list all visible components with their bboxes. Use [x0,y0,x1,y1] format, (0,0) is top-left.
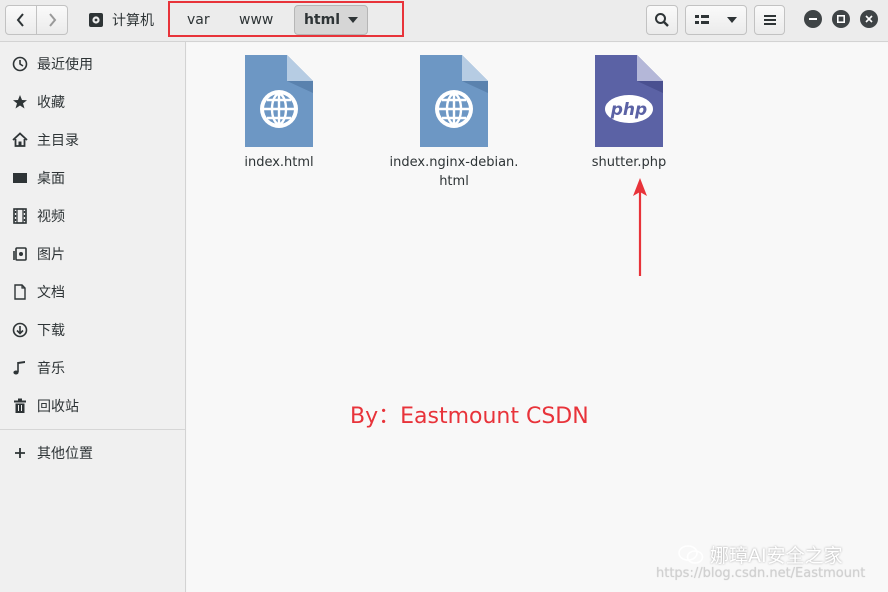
file-name-line: index.html [244,155,314,170]
sidebar-item-starred[interactable]: 收藏 [0,83,185,121]
list-view-icon [695,15,709,24]
trash-icon [12,398,28,414]
annotation-arrow [633,178,647,276]
php-file-icon: php [595,55,663,147]
navigation-buttons [5,5,68,35]
file-view: index.html index.nginx-debian. html php … [187,43,888,592]
drive-icon [89,13,103,27]
sidebar-item-label: 桌面 [37,171,65,187]
breadcrumb-computer-label: 计算机 [112,13,154,29]
sidebar-item-music[interactable]: 音乐 [0,349,185,387]
sidebar-item-home[interactable]: 主目录 [0,121,185,159]
file-name: index.html [214,153,344,172]
sidebar-item-pictures[interactable]: 图片 [0,235,185,273]
breadcrumb-computer[interactable]: 计算机 [82,5,160,35]
file-name-line: shutter.php [591,155,667,170]
sidebar-item-label: 图片 [37,247,65,263]
sidebar-item-trash[interactable]: 回收站 [0,387,185,425]
sidebar-item-label: 文档 [37,285,65,301]
picture-icon [12,246,28,262]
maximize-button[interactable] [832,10,850,28]
file-item[interactable]: php shutter.php [564,53,694,172]
sidebar-item-videos[interactable]: 视频 [0,197,185,235]
menu-button[interactable] [754,5,785,35]
html-file-icon [245,55,313,147]
sidebar-item-label: 音乐 [37,361,65,377]
chevron-left-icon [16,13,24,27]
triangle-down-icon [348,17,359,23]
video-icon [12,208,28,224]
triangle-down-icon [727,17,737,23]
chevron-right-icon [48,13,57,27]
music-icon [12,360,28,376]
recent-icon [12,56,28,72]
view-options-button[interactable] [685,5,747,35]
sidebar-item-label: 主目录 [37,133,79,149]
sidebar-item-recent[interactable]: 最近使用 [0,45,185,83]
file-name-line: index.nginx-debian. [389,155,519,170]
sidebar-item-label: 视频 [37,209,65,225]
minimize-button[interactable] [804,10,822,28]
sidebar-item-desktop[interactable]: 桌面 [0,159,185,197]
search-icon [655,13,669,27]
file-name-line: html [439,174,469,189]
desktop-icon [12,170,28,186]
file-item[interactable]: index.nginx-debian. html [389,53,519,191]
forward-button[interactable] [36,5,68,35]
php-badge-text: php [610,100,647,120]
breadcrumb-www-label: www [239,12,274,28]
hamburger-menu-icon [763,15,776,25]
sidebar-divider [0,429,185,430]
back-button[interactable] [5,5,37,35]
plus-icon [12,445,28,461]
close-button[interactable] [860,10,878,28]
watermark-brand-text: 娜璋AI安全之家 [710,545,843,567]
breadcrumb-www[interactable]: www [239,6,273,34]
breadcrumb-var-label: var [187,12,210,28]
watermark-brand: 娜璋AI安全之家 [678,541,843,568]
watermark-url: https://blog.csdn.net/Eastmount [656,566,866,581]
breadcrumb-html[interactable]: html [294,5,368,35]
file-name: shutter.php [564,153,694,172]
sidebar-item-label: 其他位置 [37,446,93,462]
home-icon [12,132,28,148]
maximize-icon [837,15,845,23]
sidebar-item-other-locations[interactable]: 其他位置 [0,434,185,472]
sidebar: 最近使用 收藏 主目录 桌面 视频 图片 文档 下载 音乐 回收站 其他位置 [0,42,186,592]
annotation-text: By：Eastmount CSDN [350,404,589,429]
search-button[interactable] [646,5,678,35]
breadcrumb-html-label: html [303,12,341,28]
minimize-icon [809,18,817,20]
download-icon [12,322,28,338]
sidebar-item-label: 下载 [37,323,65,339]
sidebar-item-label: 最近使用 [37,57,93,73]
sidebar-item-label: 收藏 [37,95,65,111]
breadcrumb-var[interactable]: var [187,6,210,34]
sidebar-item-label: 回收站 [37,399,79,415]
wechat-icon [678,544,704,564]
header-bar: 计算机 var www html [0,0,888,42]
html-file-icon [420,55,488,147]
file-name: index.nginx-debian. html [389,153,519,191]
file-item[interactable]: index.html [214,53,344,172]
close-icon [865,15,873,23]
document-icon [12,284,28,300]
sidebar-item-documents[interactable]: 文档 [0,273,185,311]
star-icon [12,94,28,110]
sidebar-item-downloads[interactable]: 下载 [0,311,185,349]
